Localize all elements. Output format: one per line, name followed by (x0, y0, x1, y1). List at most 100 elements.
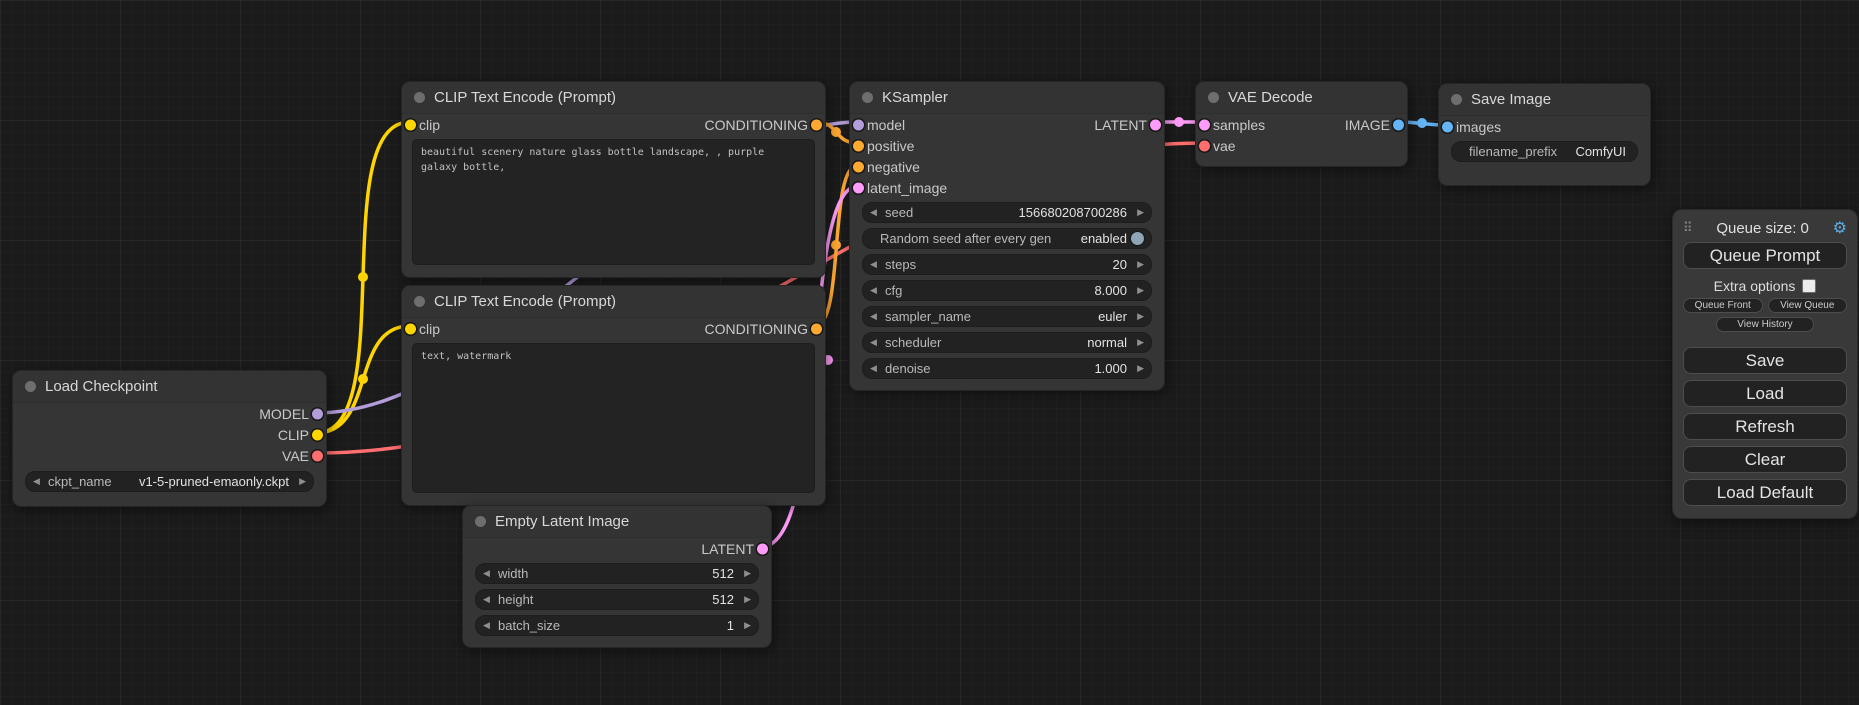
prompt-textarea[interactable]: text, watermark (412, 343, 815, 493)
node-load-checkpoint[interactable]: Load Checkpoint MODEL CLIP VAE ◀ ckpt_na… (12, 370, 327, 507)
save-button[interactable]: Save (1683, 347, 1847, 374)
settings-gear-icon[interactable]: ⚙ (1833, 218, 1847, 238)
steps-widget[interactable]: ◀ steps 20 ▶ (862, 254, 1152, 275)
increment-arrow-icon[interactable]: ▶ (738, 620, 751, 631)
node-graph-canvas[interactable]: Load Checkpoint MODEL CLIP VAE ◀ ckpt_na… (0, 0, 1859, 705)
node-title-bar[interactable]: CLIP Text Encode (Prompt) (402, 286, 825, 318)
slot-label-latent-image: latent_image (867, 180, 947, 196)
collapse-dot-icon[interactable] (1451, 94, 1462, 105)
output-slot-latent: LATENT (463, 538, 771, 559)
node-title: CLIP Text Encode (Prompt) (434, 293, 616, 310)
increment-arrow-icon[interactable]: ▶ (1131, 285, 1144, 296)
vae-input-dot[interactable] (1199, 140, 1210, 151)
clip-input-dot[interactable] (405, 323, 416, 334)
decrement-arrow-icon[interactable]: ◀ (870, 337, 883, 348)
view-history-button[interactable]: View History (1716, 317, 1814, 332)
decrement-arrow-icon[interactable]: ◀ (870, 285, 883, 296)
decrement-arrow-icon[interactable]: ◀ (870, 259, 883, 270)
increment-arrow-icon[interactable]: ▶ (1131, 337, 1144, 348)
prompt-textarea[interactable]: beautiful scenery nature glass bottle la… (412, 139, 815, 265)
node-clip-text-encode-negative[interactable]: CLIP Text Encode (Prompt) clip CONDITION… (401, 285, 826, 506)
collapse-dot-icon[interactable] (414, 92, 425, 103)
node-title-bar[interactable]: VAE Decode (1196, 82, 1407, 114)
images-input-dot[interactable] (1442, 121, 1453, 132)
view-queue-button[interactable]: View Queue (1768, 298, 1848, 313)
node-title-bar[interactable]: Empty Latent Image (463, 506, 771, 538)
decrement-arrow-icon[interactable]: ◀ (483, 620, 496, 631)
drag-handle-icon[interactable]: ⠿ (1683, 220, 1693, 236)
collapse-dot-icon[interactable] (414, 296, 425, 307)
model-input-dot[interactable] (853, 119, 864, 130)
vae-output-dot[interactable] (312, 450, 323, 461)
decrement-arrow-icon[interactable]: ◀ (870, 363, 883, 374)
samples-input-dot[interactable] (1199, 119, 1210, 130)
queue-panel: ⠿ Queue size: 0 ⚙ Queue Prompt Extra opt… (1672, 209, 1858, 519)
node-title-bar[interactable]: Load Checkpoint (13, 371, 326, 403)
load-button[interactable]: Load (1683, 380, 1847, 407)
queue-prompt-button[interactable]: Queue Prompt (1683, 242, 1847, 269)
increment-arrow-icon[interactable]: ▶ (1131, 207, 1144, 218)
input-slot-latent-image: latent_image (850, 177, 1164, 198)
conditioning-output-dot[interactable] (811, 323, 822, 334)
seed-widget[interactable]: ◀ seed 156680208700286 ▶ (862, 202, 1152, 223)
increment-arrow-icon[interactable]: ▶ (738, 568, 751, 579)
random-seed-widget[interactable]: Random seed after every gen enabled (862, 228, 1152, 249)
latent-image-input-dot[interactable] (853, 182, 864, 193)
denoise-widget[interactable]: ◀ denoise 1.000 ▶ (862, 358, 1152, 379)
collapse-dot-icon[interactable] (25, 381, 36, 392)
collapse-dot-icon[interactable] (475, 516, 486, 527)
collapse-dot-icon[interactable] (1208, 92, 1219, 103)
increment-arrow-icon[interactable]: ▶ (1131, 311, 1144, 322)
clip-output-dot[interactable] (312, 429, 323, 440)
node-clip-text-encode-positive[interactable]: CLIP Text Encode (Prompt) clip CONDITION… (401, 81, 826, 278)
node-ksampler[interactable]: KSampler model LATENT positive negative … (849, 81, 1165, 391)
sampler-name-widget[interactable]: ◀ sampler_name euler ▶ (862, 306, 1152, 327)
increment-arrow-icon[interactable]: ▶ (1131, 363, 1144, 374)
image-output-dot[interactable] (1393, 119, 1404, 130)
load-default-button[interactable]: Load Default (1683, 479, 1847, 506)
ckpt-name-widget[interactable]: ◀ ckpt_name v1-5-pruned-emaonly.ckpt ▶ (25, 471, 314, 492)
random-seed-toggle-knob[interactable] (1131, 232, 1144, 245)
increment-arrow-icon[interactable]: ▶ (1131, 259, 1144, 270)
conditioning-output-dot[interactable] (811, 119, 822, 130)
collapse-dot-icon[interactable] (862, 92, 873, 103)
negative-input-dot[interactable] (853, 161, 864, 172)
node-save-image[interactable]: Save Image images filename_prefix ComfyU… (1438, 83, 1651, 186)
batch-size-widget[interactable]: ◀ batch_size 1 ▶ (475, 615, 759, 636)
widget-value: normal (1087, 335, 1127, 350)
increment-arrow-icon[interactable]: ▶ (293, 476, 306, 487)
latent-output-dot[interactable] (757, 543, 768, 554)
node-title-bar[interactable]: Save Image (1439, 84, 1650, 116)
widget-label: width (498, 566, 528, 581)
queue-front-button[interactable]: Queue Front (1683, 298, 1763, 313)
clear-button[interactable]: Clear (1683, 446, 1847, 473)
width-widget[interactable]: ◀ width 512 ▶ (475, 563, 759, 584)
node-vae-decode[interactable]: VAE Decode samples IMAGE vae (1195, 81, 1408, 167)
model-output-dot[interactable] (312, 408, 323, 419)
widget-value: 20 (1113, 257, 1127, 272)
extra-options-checkbox[interactable] (1802, 279, 1816, 293)
decrement-arrow-icon[interactable]: ◀ (33, 476, 46, 487)
cfg-widget[interactable]: ◀ cfg 8.000 ▶ (862, 280, 1152, 301)
refresh-button[interactable]: Refresh (1683, 413, 1847, 440)
node-title: Empty Latent Image (495, 513, 629, 530)
widget-value: 512 (712, 566, 734, 581)
node-empty-latent-image[interactable]: Empty Latent Image LATENT ◀ width 512 ▶ … (462, 505, 772, 648)
node-title: Load Checkpoint (45, 378, 158, 395)
decrement-arrow-icon[interactable]: ◀ (870, 207, 883, 218)
slot-label-image: IMAGE (1345, 117, 1390, 133)
clip-input-dot[interactable] (405, 119, 416, 130)
node-title-bar[interactable]: CLIP Text Encode (Prompt) (402, 82, 825, 114)
decrement-arrow-icon[interactable]: ◀ (483, 568, 496, 579)
latent-output-dot[interactable] (1150, 119, 1161, 130)
filename-prefix-widget[interactable]: filename_prefix ComfyUI (1451, 141, 1638, 162)
decrement-arrow-icon[interactable]: ◀ (483, 594, 496, 605)
scheduler-widget[interactable]: ◀ scheduler normal ▶ (862, 332, 1152, 353)
node-title-bar[interactable]: KSampler (850, 82, 1164, 114)
positive-input-dot[interactable] (853, 140, 864, 151)
widget-label: height (498, 592, 533, 607)
decrement-arrow-icon[interactable]: ◀ (870, 311, 883, 322)
widget-value: ComfyUI (1575, 144, 1626, 159)
height-widget[interactable]: ◀ height 512 ▶ (475, 589, 759, 610)
increment-arrow-icon[interactable]: ▶ (738, 594, 751, 605)
